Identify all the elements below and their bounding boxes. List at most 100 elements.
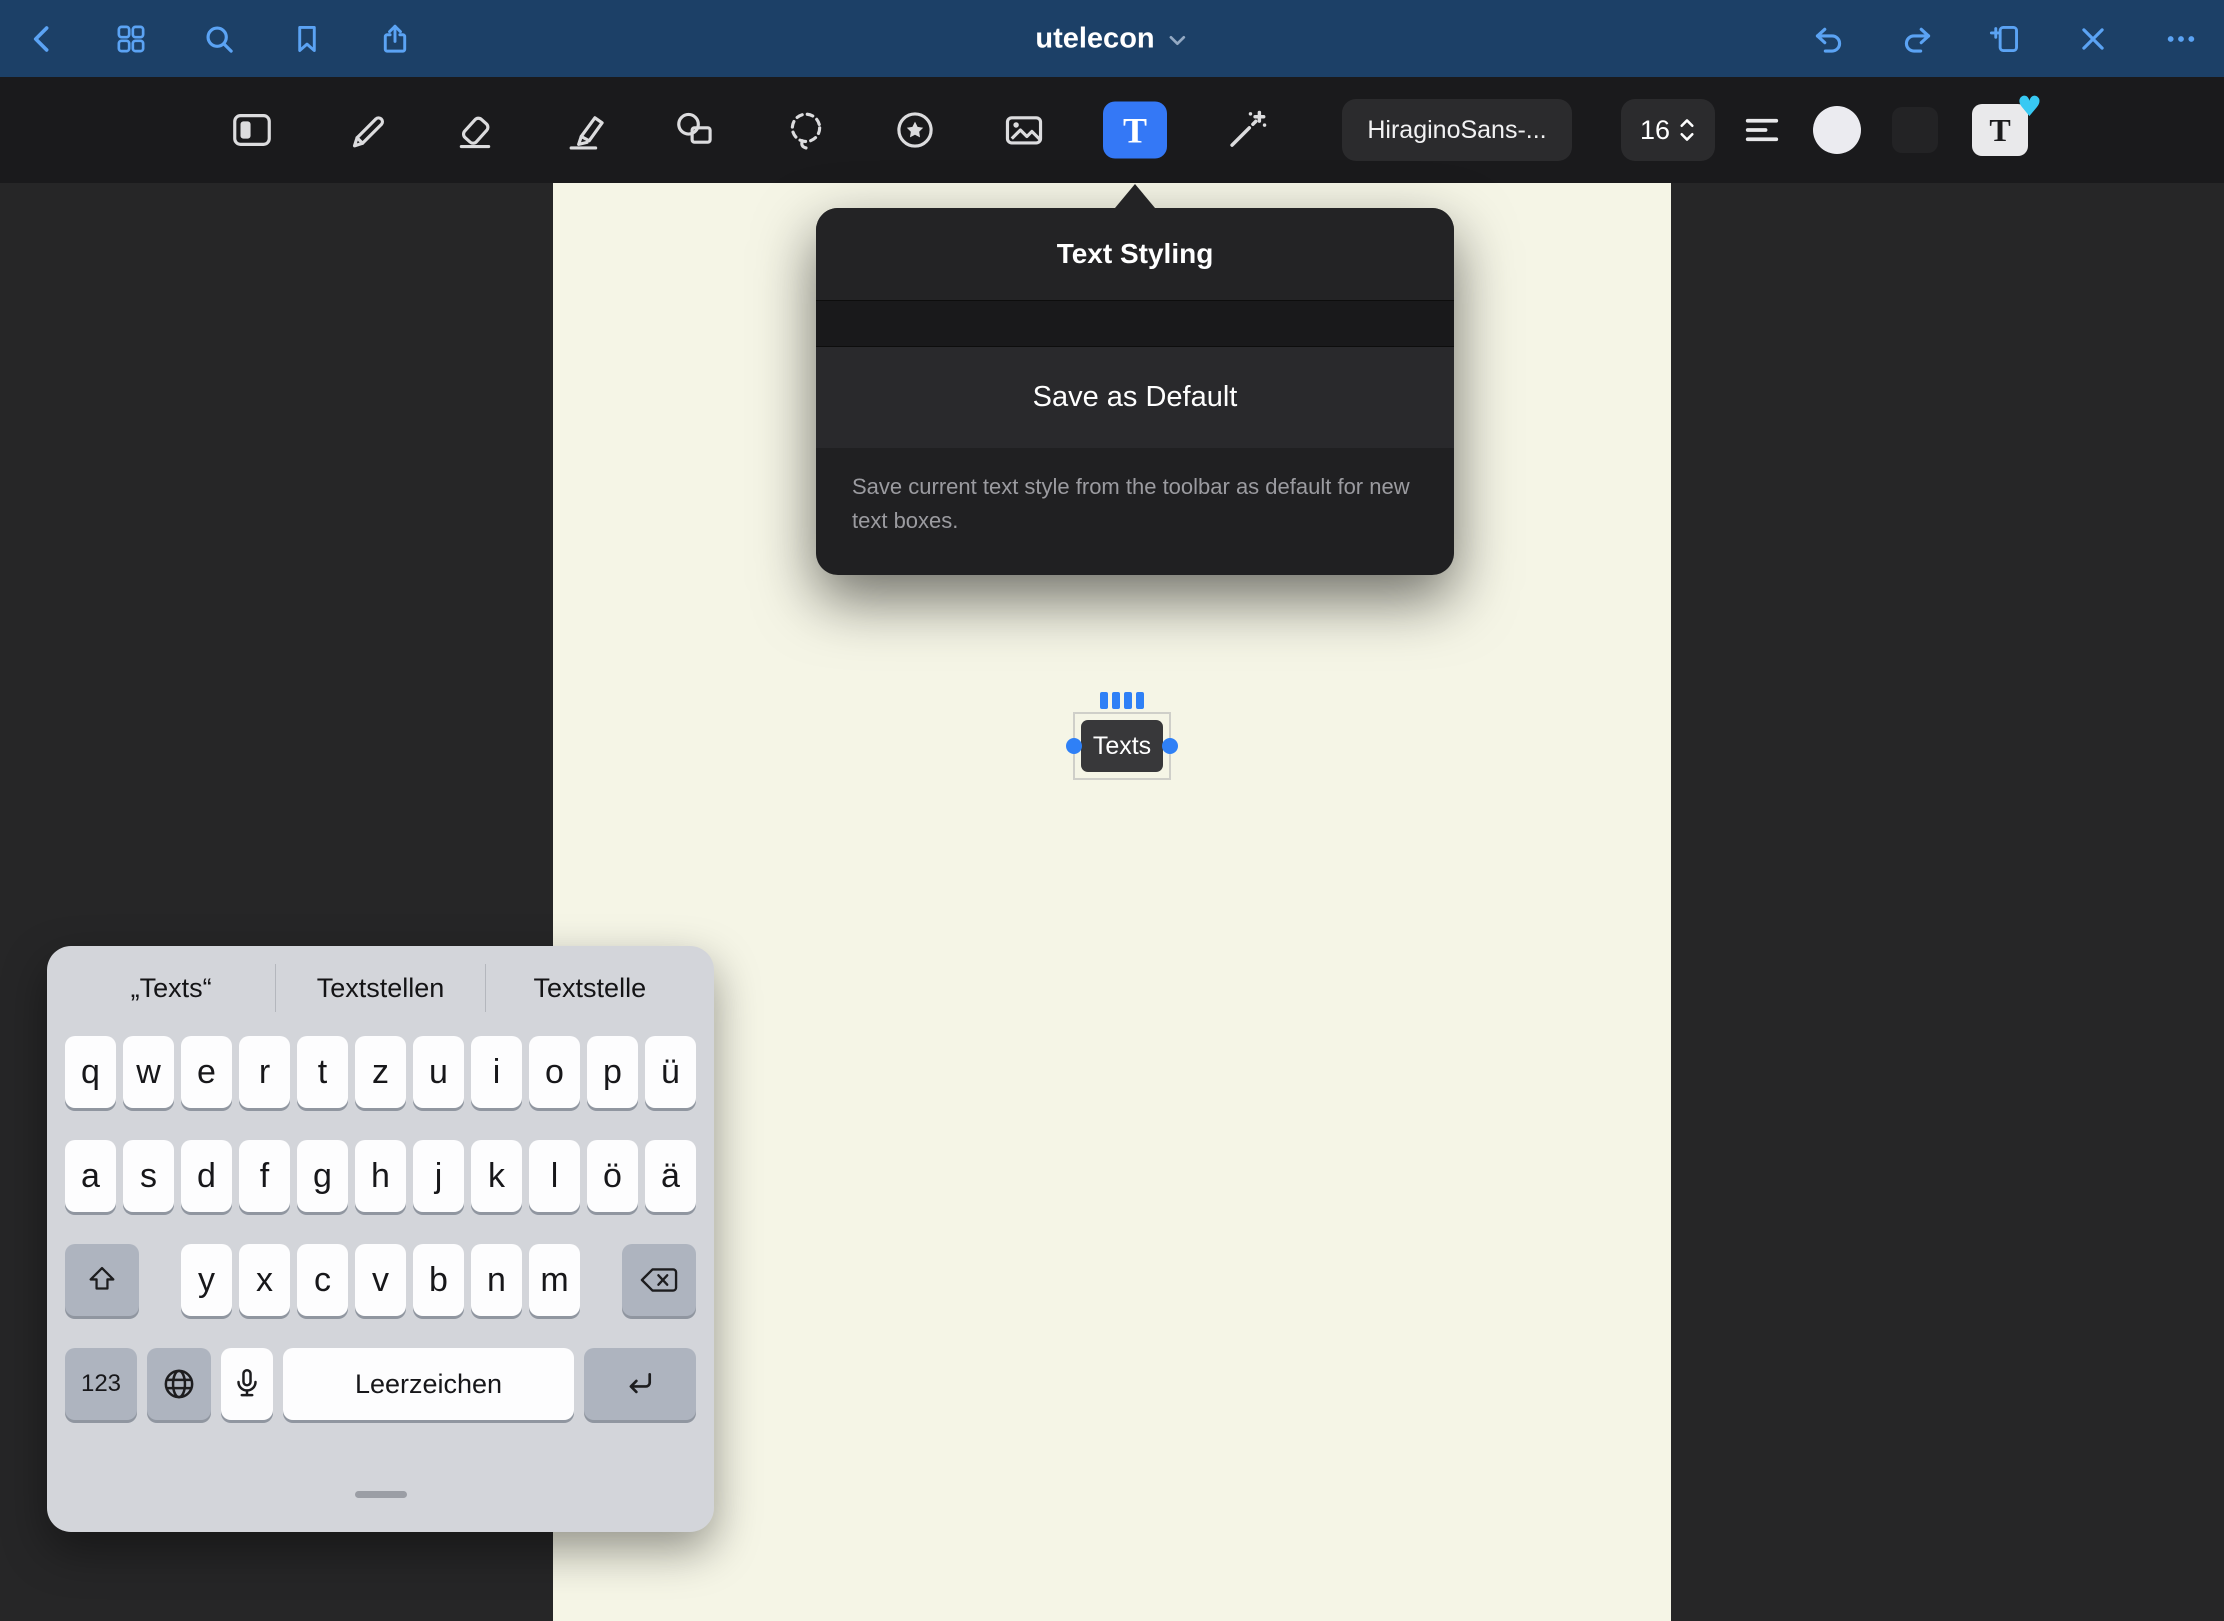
space-key[interactable]: Leerzeichen bbox=[283, 1348, 574, 1420]
shapes-icon bbox=[672, 107, 718, 153]
text-color-indicator[interactable] bbox=[1813, 106, 1861, 154]
key-p[interactable]: p bbox=[587, 1036, 638, 1108]
key-k[interactable]: k bbox=[471, 1140, 522, 1212]
key-g[interactable]: g bbox=[297, 1140, 348, 1212]
key-c[interactable]: c bbox=[297, 1244, 348, 1316]
key-e[interactable]: e bbox=[181, 1036, 232, 1108]
suggestion-Texts[interactable]: „Texts“ bbox=[67, 964, 275, 1012]
app-screen: utelecon bbox=[0, 0, 2224, 1621]
secondary-color-well[interactable] bbox=[1892, 107, 1938, 153]
more-button[interactable] bbox=[2160, 18, 2202, 60]
laser-tool-button[interactable] bbox=[1216, 101, 1274, 159]
text-style-favorite-button[interactable]: T ♥ bbox=[1972, 104, 2028, 156]
return-key[interactable] bbox=[584, 1348, 696, 1420]
share-button[interactable] bbox=[374, 18, 416, 60]
key-a[interactable]: a bbox=[65, 1140, 116, 1212]
undo-button[interactable] bbox=[1808, 18, 1850, 60]
image-tool-button[interactable] bbox=[995, 101, 1053, 159]
key-t[interactable]: t bbox=[297, 1036, 348, 1108]
key-l[interactable]: l bbox=[529, 1140, 580, 1212]
elements-tool-button[interactable] bbox=[886, 101, 944, 159]
highlighter-icon bbox=[564, 107, 610, 153]
image-icon bbox=[1001, 107, 1047, 153]
suggestion-bar: „Texts“TextstellenTextstelle bbox=[67, 964, 694, 1012]
close-icon bbox=[2076, 22, 2110, 56]
text-tool-button[interactable]: T bbox=[1103, 102, 1167, 159]
redo-button[interactable] bbox=[1896, 18, 1938, 60]
tools-toolbar: T HiraginoSans-... 16 T ♥ bbox=[0, 77, 2224, 183]
laser-pointer-icon bbox=[1222, 107, 1268, 153]
keyboard-drag-handle[interactable] bbox=[355, 1491, 407, 1498]
popover-description: Save current text style from the toolbar… bbox=[816, 448, 1454, 574]
backspace-key[interactable] bbox=[622, 1244, 696, 1316]
keyboard-rows: qwertzuiopü asdfghjklöä yxcvbnm 123 bbox=[47, 1036, 714, 1420]
key-o[interactable]: o bbox=[529, 1036, 580, 1108]
heart-badge-icon: ♥ bbox=[2017, 90, 2042, 123]
pen-tool-button[interactable] bbox=[337, 101, 395, 159]
key-r[interactable]: r bbox=[239, 1036, 290, 1108]
thumbnails-button[interactable] bbox=[110, 18, 152, 60]
search-icon bbox=[202, 22, 236, 56]
resize-handle-right[interactable] bbox=[1162, 738, 1178, 754]
key-f[interactable]: f bbox=[239, 1140, 290, 1212]
highlighter-tool-button[interactable] bbox=[558, 101, 616, 159]
key-h[interactable]: h bbox=[355, 1140, 406, 1212]
align-left-icon bbox=[1742, 110, 1782, 150]
text-alignment-button[interactable] bbox=[1735, 103, 1789, 157]
key-m[interactable]: m bbox=[529, 1244, 580, 1316]
key-d[interactable]: d bbox=[181, 1140, 232, 1212]
lasso-tool-button[interactable] bbox=[777, 101, 835, 159]
page-tools-button[interactable] bbox=[223, 101, 281, 159]
key-y[interactable]: y bbox=[181, 1244, 232, 1316]
suggestion-Textstellen[interactable]: Textstellen bbox=[275, 964, 484, 1012]
keyboard-row-3: yxcvbnm bbox=[65, 1244, 696, 1316]
sticker-star-icon bbox=[892, 107, 938, 153]
key-j[interactable]: j bbox=[413, 1140, 464, 1212]
bookmark-button[interactable] bbox=[286, 18, 328, 60]
key-z[interactable]: z bbox=[355, 1036, 406, 1108]
document-title: utelecon bbox=[1035, 22, 1154, 55]
textbox-drag-handle[interactable] bbox=[1100, 692, 1144, 709]
keyboard-row-4: 123 Leerzeichen bbox=[65, 1348, 696, 1420]
key-[interactable]: ü bbox=[645, 1036, 696, 1108]
keyboard-row-2: asdfghjklöä bbox=[65, 1140, 696, 1212]
numbers-key[interactable]: 123 bbox=[65, 1348, 137, 1420]
add-page-icon bbox=[1988, 22, 2022, 56]
font-size-stepper[interactable]: 16 bbox=[1621, 99, 1715, 161]
close-button[interactable] bbox=[2072, 18, 2114, 60]
share-icon bbox=[378, 22, 412, 56]
key-[interactable]: ä bbox=[645, 1140, 696, 1212]
save-as-default-button[interactable]: Save as Default bbox=[816, 347, 1454, 448]
eraser-tool-button[interactable] bbox=[446, 101, 504, 159]
popover-separator-strip bbox=[816, 300, 1454, 347]
dictation-key[interactable] bbox=[221, 1348, 273, 1420]
back-button[interactable] bbox=[22, 18, 64, 60]
key-u[interactable]: u bbox=[413, 1036, 464, 1108]
suggestion-Textstelle[interactable]: Textstelle bbox=[485, 964, 694, 1012]
search-button[interactable] bbox=[198, 18, 240, 60]
font-name-label: HiraginoSans-... bbox=[1367, 116, 1546, 145]
key-q[interactable]: q bbox=[65, 1036, 116, 1108]
globe-key[interactable] bbox=[147, 1348, 211, 1420]
text-style-icon: T bbox=[1989, 114, 2010, 146]
key-v[interactable]: v bbox=[355, 1244, 406, 1316]
key-n[interactable]: n bbox=[471, 1244, 522, 1316]
back-icon bbox=[26, 22, 60, 56]
shift-key[interactable] bbox=[65, 1244, 139, 1316]
key-x[interactable]: x bbox=[239, 1244, 290, 1316]
text-box[interactable]: Texts bbox=[1081, 720, 1163, 772]
shapes-tool-button[interactable] bbox=[666, 101, 724, 159]
key-w[interactable]: w bbox=[123, 1036, 174, 1108]
key-b[interactable]: b bbox=[413, 1244, 464, 1316]
key-s[interactable]: s bbox=[123, 1140, 174, 1212]
stepper-chevrons-icon bbox=[1678, 113, 1696, 147]
key-i[interactable]: i bbox=[471, 1036, 522, 1108]
font-family-button[interactable]: HiraginoSans-... bbox=[1342, 99, 1572, 161]
text-styling-popover: Text Styling Save as Default Save curren… bbox=[816, 208, 1454, 575]
textbox-selection-frame: Texts bbox=[1073, 712, 1171, 780]
resize-handle-left[interactable] bbox=[1066, 738, 1082, 754]
return-icon bbox=[623, 1367, 657, 1401]
key-[interactable]: ö bbox=[587, 1140, 638, 1212]
document-title-button[interactable]: utelecon bbox=[1035, 22, 1188, 55]
add-page-button[interactable] bbox=[1984, 18, 2026, 60]
